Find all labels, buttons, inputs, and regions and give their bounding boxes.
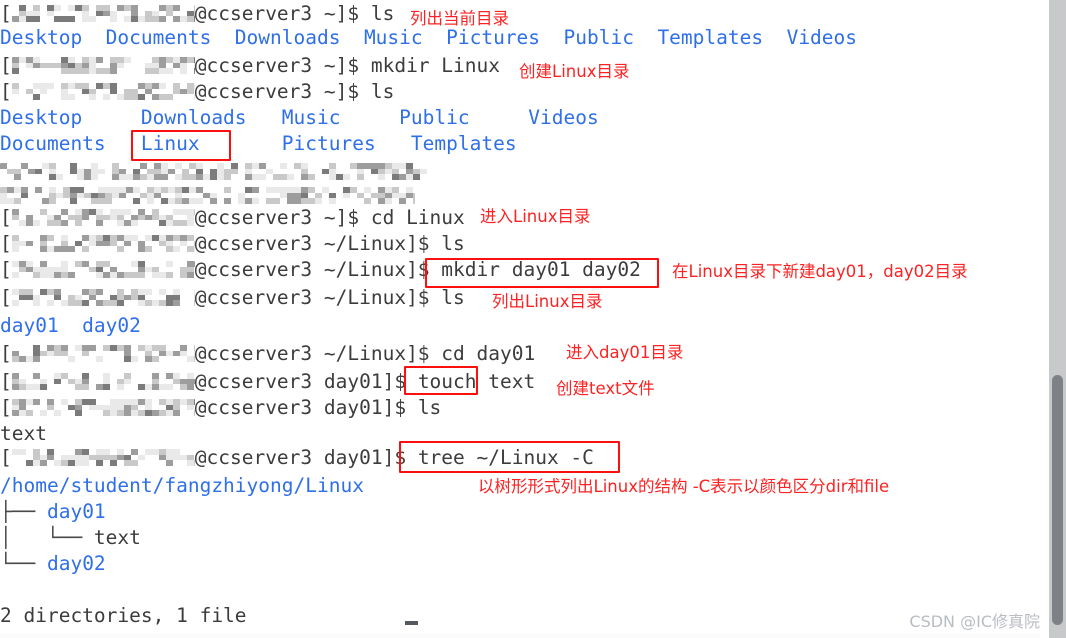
terminal-command-line: [ @ccserver3 ~]$ ls: [0, 4, 394, 24]
tree-node-name: text: [93, 526, 141, 549]
prompt-bracket: [: [0, 80, 12, 103]
redacted-username: [11, 235, 195, 252]
redacted-line: [0, 186, 415, 206]
output-text: Documents Linux Pictures Templates: [0, 132, 517, 155]
tree-branch-glyph: ├──: [0, 500, 47, 523]
terminal-cursor: [405, 621, 418, 625]
shell-command: ls: [441, 286, 465, 309]
command-highlight-box: [131, 130, 231, 161]
prompt-bracket: [: [0, 54, 12, 77]
terminal-command-line: [ @ccserver3 ~]$ cd Linux: [0, 208, 465, 228]
prompt-bracket: [: [0, 2, 12, 25]
prompt-host-path: @ccserver3 ~/Linux]$: [194, 342, 442, 365]
terminal-output-area[interactable]: [ @ccserver3 ~]$ ls Desktop Documents Down…: [0, 0, 1040, 638]
prompt-host-path: @ccserver3 day01]$: [194, 446, 418, 469]
prompt-host-path: @ccserver3 ~]$: [194, 206, 371, 229]
terminal-output-line: day01 day02: [0, 316, 141, 336]
redacted-username: [11, 289, 195, 306]
redacted-username: [11, 83, 195, 100]
prompt-host-path: @ccserver3 day01]$: [194, 396, 418, 419]
command-highlight-box: [399, 441, 620, 473]
shell-command: ls: [370, 80, 395, 103]
vertical-scrollbar[interactable]: [1049, 0, 1066, 638]
tree-node-name: day02: [46, 552, 106, 575]
prompt-host-path: @ccserver3 ~/Linux]$: [194, 232, 442, 255]
redacted-username: [11, 209, 195, 226]
tree-branch-glyph: │ └──: [0, 526, 94, 549]
terminal-screenshot: [ @ccserver3 ~]$ ls Desktop Documents Down…: [0, 0, 1066, 638]
prompt-host-path: @ccserver3 ~]$: [194, 80, 371, 103]
shell-command: ls: [441, 232, 465, 255]
tree-entry: ├── day01: [0, 502, 106, 522]
command-highlight-box: [425, 258, 659, 288]
shell-command: ls: [370, 2, 395, 25]
terminal-output-line: Desktop Documents Downloads Music Pictur…: [0, 28, 857, 48]
tree-node-name: day01: [46, 500, 106, 523]
prompt-bracket: [: [0, 206, 12, 229]
terminal-output-line: /home/student/fangzhiyong/Linux: [0, 476, 364, 496]
output-text: text: [0, 422, 47, 445]
prompt-host-path: @ccserver3 ~]$: [194, 2, 371, 25]
output-text: 2 directories, 1 file: [0, 604, 247, 627]
redacted-line: [0, 162, 430, 182]
red-annotation-text: 列出当前目录: [410, 9, 509, 28]
redacted-username: [11, 5, 195, 22]
tree-branch-glyph: └──: [0, 552, 47, 575]
redacted-username: [11, 57, 195, 74]
watermark: CSDN @IC修真院: [909, 612, 1040, 631]
prompt-bracket: [: [0, 286, 12, 309]
output-text: day01 day02: [0, 314, 141, 337]
redacted-username: [0, 187, 415, 204]
prompt-bracket: [: [0, 342, 12, 365]
output-text: /home/student/fangzhiyong/Linux: [0, 474, 364, 497]
terminal-output-line: 2 directories, 1 file: [0, 606, 247, 626]
prompt-host-path: @ccserver3 ~]$: [194, 54, 371, 77]
command-highlight-box: [404, 366, 478, 395]
red-annotation-text: 以树形形式列出Linux的结构 -C表示以颜色区分dir和file: [478, 477, 890, 496]
prompt-bracket: [: [0, 396, 12, 419]
prompt-host-path: @ccserver3 ~/Linux]$: [194, 286, 442, 309]
tree-entry: └── day02: [0, 554, 106, 574]
terminal-output-line: Documents Linux Pictures Templates: [0, 134, 517, 154]
terminal-command-line: [ @ccserver3 ~/Linux]$ ls: [0, 288, 465, 308]
prompt-host-path: @ccserver3 ~/Linux]$: [194, 258, 442, 281]
terminal-command-line: [ @ccserver3 ~/Linux]$ ls: [0, 234, 465, 254]
prompt-bracket: [: [0, 370, 12, 393]
prompt-bracket: [: [0, 446, 12, 469]
terminal-command-line: [ @ccserver3 day01]$ ls: [0, 398, 441, 418]
redacted-username: [11, 373, 195, 390]
shell-command: ls: [417, 396, 442, 419]
terminal-output-line: Desktop Downloads Music Public Videos: [0, 108, 599, 128]
output-text: Desktop Downloads Music Public Videos: [0, 106, 599, 129]
red-annotation-text: 在Linux目录下新建day01，day02目录: [672, 262, 968, 281]
bottom-fade: [0, 634, 1040, 638]
redacted-username: [11, 449, 195, 466]
shell-command: mkdir Linux: [370, 54, 500, 77]
terminal-command-line: [ @ccserver3 ~/Linux]$ cd day01: [0, 344, 535, 364]
shell-command: cd day01: [441, 342, 536, 365]
prompt-bracket: [: [0, 232, 12, 255]
prompt-host-path: @ccserver3 day01]$: [194, 370, 418, 393]
scrollbar-thumb[interactable]: [1052, 375, 1063, 625]
redacted-username: [0, 163, 430, 180]
red-annotation-text: 进入day01目录: [566, 343, 684, 362]
terminal-command-line: [ @ccserver3 ~]$ mkdir Linux: [0, 56, 500, 76]
red-annotation-text: 列出Linux目录: [492, 292, 603, 311]
red-annotation-text: 创建text文件: [556, 379, 655, 398]
redacted-username: [11, 399, 195, 416]
redacted-username: [11, 345, 195, 362]
prompt-bracket: [: [0, 258, 12, 281]
terminal-command-line: [ @ccserver3 ~]$ ls: [0, 82, 394, 102]
tree-entry: │ └── text: [0, 528, 141, 548]
red-annotation-text: 创建Linux目录: [519, 62, 630, 81]
red-annotation-text: 进入Linux目录: [480, 207, 591, 226]
redacted-username: [11, 261, 195, 278]
shell-command: cd Linux: [370, 206, 465, 229]
terminal-output-line: text: [0, 424, 47, 444]
output-text: Desktop Documents Downloads Music Pictur…: [0, 26, 858, 49]
